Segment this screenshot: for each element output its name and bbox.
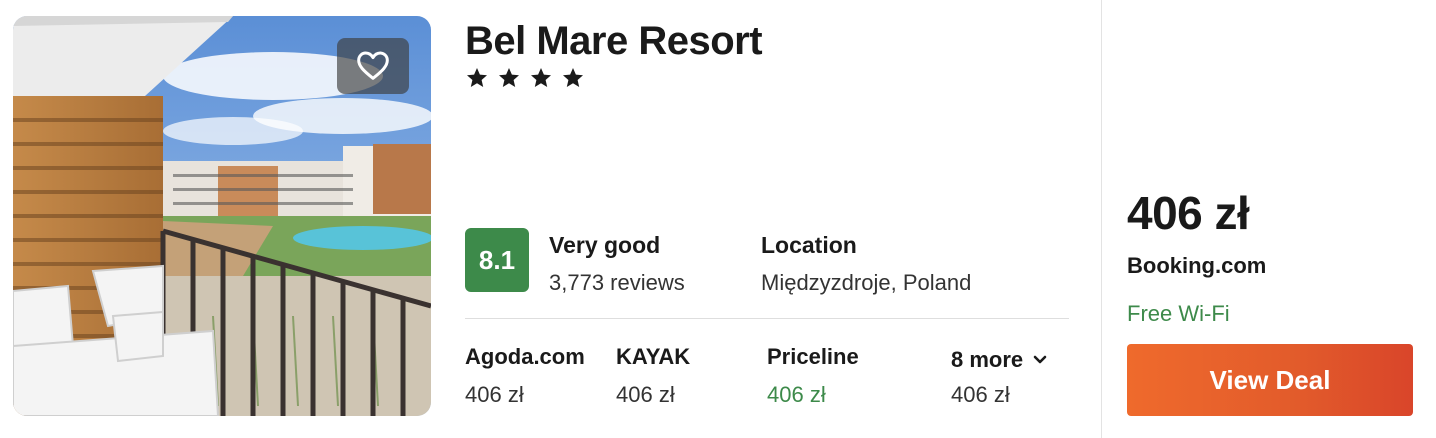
provider-name: Priceline [767, 344, 859, 369]
star-icon [531, 68, 551, 87]
favorite-button[interactable] [337, 38, 409, 94]
star-rating [465, 66, 585, 90]
more-providers-label[interactable]: 8 more [951, 347, 1047, 373]
chevron-down-icon [1033, 355, 1047, 364]
review-score-badge: 8.1 [465, 228, 529, 292]
provider-priceline[interactable]: Priceline 406 zł [767, 344, 859, 408]
provider-name: KAYAK [616, 344, 691, 369]
panel-divider [1101, 0, 1102, 438]
provider-agoda[interactable]: Agoda.com 406 zł [465, 344, 585, 408]
provider-name: Agoda.com [465, 344, 585, 369]
hotel-result-card: Bel Mare Resort 8.1 Very good 3,773 revi… [0, 0, 1436, 438]
rating-label: Very good [549, 232, 661, 258]
star-icon [563, 68, 583, 87]
provider-price: 406 zł [465, 382, 524, 407]
location-label: Location [761, 232, 857, 258]
provider-price: 406 zł [767, 382, 826, 407]
heart-icon [357, 51, 389, 80]
provider-price: 406 zł [616, 382, 675, 407]
amenity-badge: Free Wi-Fi [1127, 301, 1230, 326]
hotel-name[interactable]: Bel Mare Resort [465, 18, 763, 64]
star-icon [499, 68, 519, 87]
provider-kayak[interactable]: KAYAK 406 zł [616, 344, 690, 408]
hotel-photo[interactable] [13, 16, 431, 416]
more-providers-text: 8 more [951, 347, 1024, 372]
view-deal-button[interactable]: View Deal [1127, 344, 1413, 416]
star-icon [467, 68, 487, 87]
location-value: Międzyzdroje, Poland [761, 270, 972, 295]
divider [465, 318, 1069, 319]
review-count: 3,773 reviews [549, 270, 685, 295]
deal-price: 406 zł [1127, 187, 1250, 239]
more-providers-toggle[interactable]: 8 more 406 zł [951, 344, 1047, 408]
deal-provider: Booking.com [1127, 253, 1267, 278]
provider-price: 406 zł [951, 382, 1010, 407]
